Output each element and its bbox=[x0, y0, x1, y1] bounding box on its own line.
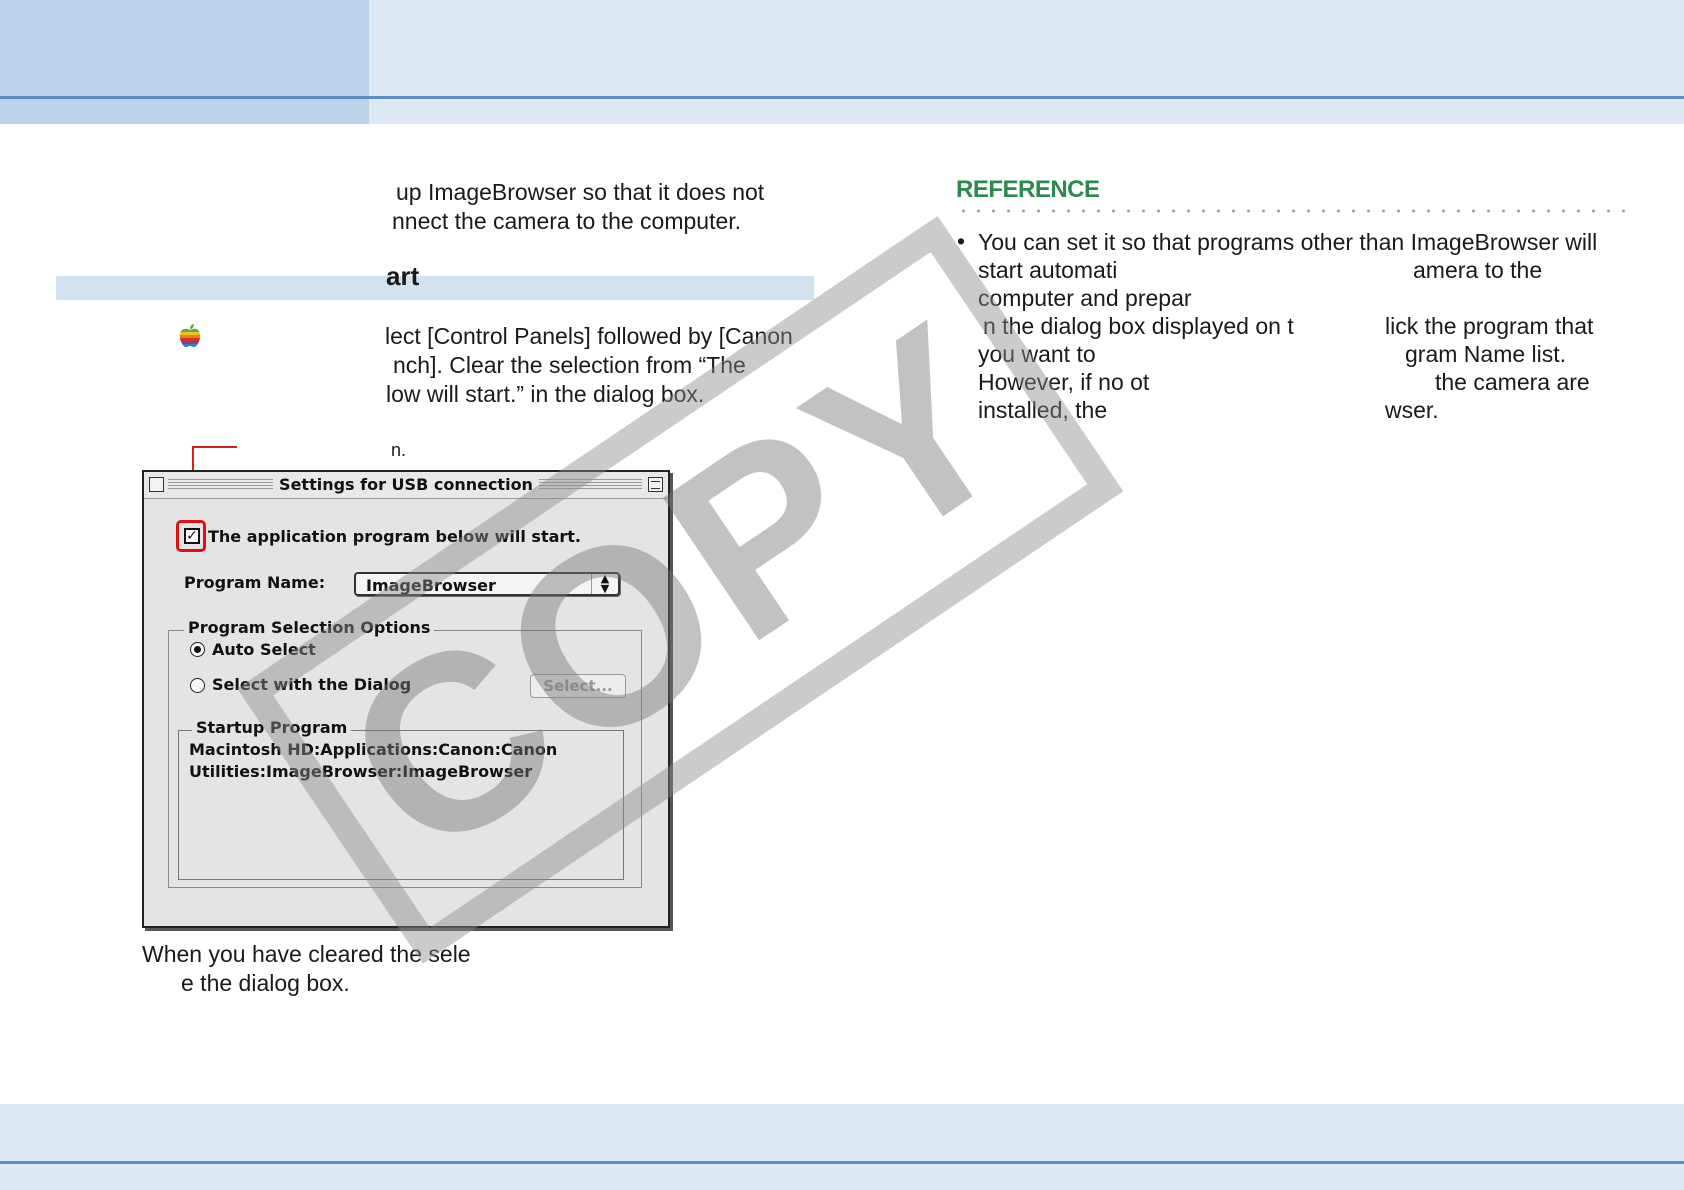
reference-line-4a: n the dialog box displayed on t bbox=[983, 313, 1294, 339]
step-line-3: low will start.” in the dialog box. bbox=[386, 381, 705, 407]
reference-line-6b: the camera are bbox=[1435, 369, 1590, 395]
reference-line-7b: wser. bbox=[1385, 397, 1439, 423]
top-left-tab-block bbox=[0, 0, 369, 124]
bottom-footer-band bbox=[0, 1104, 1684, 1190]
reference-line-5b: gram Name list. bbox=[1405, 341, 1567, 367]
reference-line-4b: lick the program that bbox=[1385, 313, 1594, 339]
program-name-label: Program Name: bbox=[184, 573, 326, 592]
select-with-dialog-radio[interactable] bbox=[190, 678, 205, 693]
step-line-1: lect [Control Panels] followed by [Canon bbox=[385, 323, 793, 349]
reference-dotted-rule bbox=[956, 208, 1628, 214]
intro-line-2: nnect the camera to the computer. bbox=[392, 208, 742, 234]
top-rule bbox=[0, 96, 1684, 99]
reference-title: REFERENCE bbox=[956, 176, 1100, 203]
auto-select-radio[interactable] bbox=[190, 642, 205, 657]
section-heading: art bbox=[386, 261, 420, 291]
reference-line-2b: amera to the bbox=[1413, 257, 1543, 283]
reference-line-2a: start automati bbox=[978, 257, 1118, 283]
intro-line-1: up ImageBrowser so that it does not bbox=[396, 179, 765, 205]
callout-line-horizontal bbox=[192, 446, 237, 448]
section-heading-bar bbox=[56, 276, 814, 300]
caption-line-2: e the dialog box. bbox=[181, 970, 350, 996]
reference-line-3: computer and prepar bbox=[978, 285, 1192, 311]
bottom-rule bbox=[0, 1161, 1684, 1164]
checkbox-highlight-box bbox=[176, 520, 206, 552]
apple-menu-icon bbox=[179, 324, 201, 347]
dialog-title: Settings for USB connection bbox=[273, 475, 539, 494]
callout-label: n. bbox=[391, 440, 407, 460]
reference-line-1: You can set it so that programs other th… bbox=[978, 229, 1598, 255]
step-line-2: nch]. Clear the selection from “The bbox=[393, 352, 746, 378]
